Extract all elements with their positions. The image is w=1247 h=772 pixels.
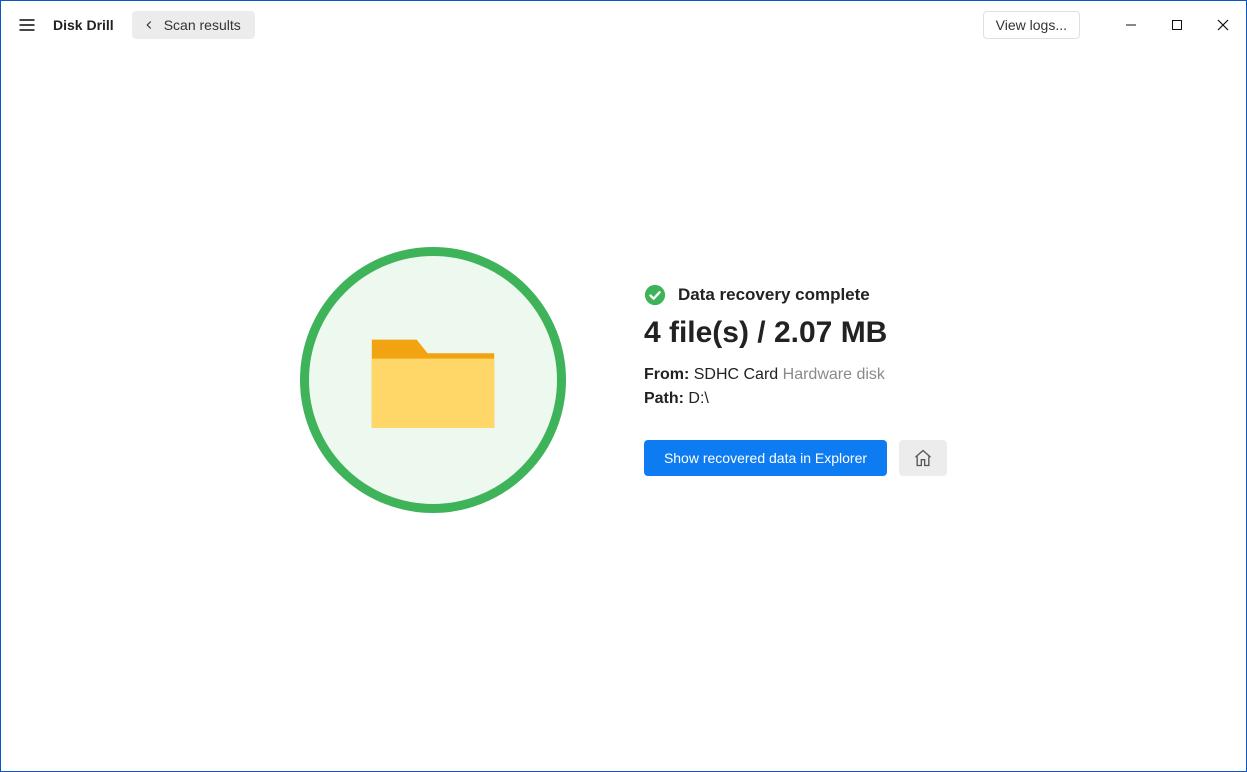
main-content: Data recovery complete 4 file(s) / 2.07 … bbox=[1, 49, 1246, 771]
close-button[interactable] bbox=[1200, 1, 1246, 49]
folder-icon bbox=[365, 326, 501, 435]
app-title: Disk Drill bbox=[53, 17, 114, 33]
maximize-button[interactable] bbox=[1154, 1, 1200, 49]
back-label: Scan results bbox=[164, 17, 241, 33]
title-bar: Disk Drill Scan results View logs... bbox=[1, 1, 1246, 49]
folder-graphic bbox=[300, 247, 566, 513]
from-line: From: SDHC Card Hardware disk bbox=[644, 366, 947, 384]
from-value: SDHC Card bbox=[694, 366, 778, 383]
check-circle-icon bbox=[644, 284, 666, 306]
from-label: From: bbox=[644, 366, 689, 383]
recovery-summary: 4 file(s) / 2.07 MB bbox=[644, 316, 947, 350]
path-label: Path: bbox=[644, 390, 684, 407]
minimize-button[interactable] bbox=[1108, 1, 1154, 49]
from-suffix: Hardware disk bbox=[783, 366, 885, 383]
view-logs-button[interactable]: View logs... bbox=[983, 11, 1080, 39]
path-line: Path: D:\ bbox=[644, 390, 947, 408]
window-controls bbox=[1108, 1, 1246, 49]
chevron-left-icon bbox=[142, 18, 156, 32]
menu-icon[interactable] bbox=[15, 13, 39, 37]
back-to-scan-results-button[interactable]: Scan results bbox=[132, 11, 255, 39]
show-in-explorer-button[interactable]: Show recovered data in Explorer bbox=[644, 440, 887, 476]
home-icon bbox=[913, 448, 933, 468]
status-text: Data recovery complete bbox=[678, 285, 870, 305]
home-button[interactable] bbox=[899, 440, 947, 476]
path-value: D:\ bbox=[688, 390, 708, 407]
